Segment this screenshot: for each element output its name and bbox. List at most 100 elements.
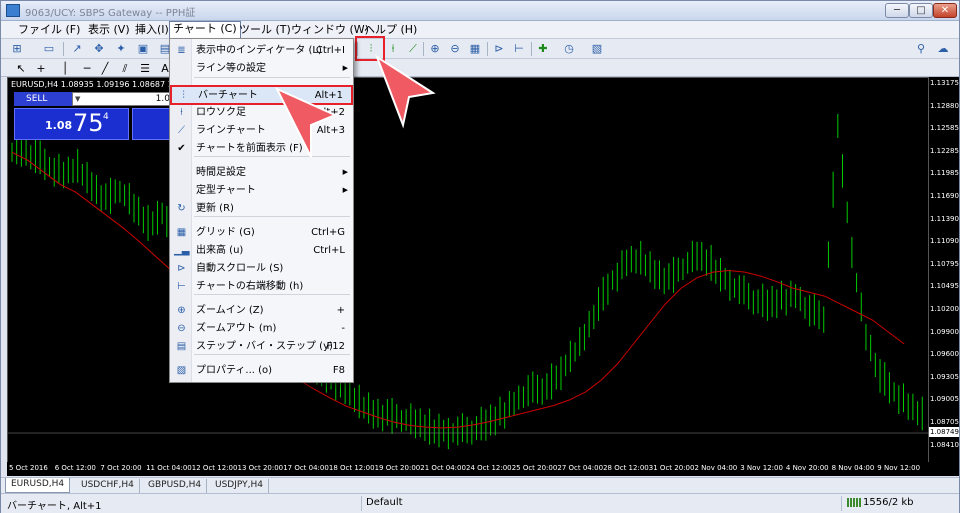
volume-down-arrow-icon[interactable]: ▼ (75, 95, 80, 103)
time-tick-label: 5 Oct 2016 (9, 464, 48, 472)
app-icon (6, 4, 20, 17)
connection-traffic: 1556/2 kb (863, 497, 914, 508)
bar-chart-icon: ⫶ (182, 90, 185, 101)
menu-insert[interactable]: 挿入(I) (132, 23, 172, 38)
menu-item-9[interactable]: ▦ グリッド (G) Ctrl+G (170, 224, 353, 242)
indicators-icon[interactable]: ✚ (535, 41, 551, 56)
search-icon[interactable]: ⚲ (913, 41, 929, 56)
data-window-icon[interactable]: ✥ (91, 41, 107, 56)
grid-icon: ▦ (176, 227, 187, 238)
menu-item-15[interactable]: ▤ ステップ・バイ・ステップ (y) F12 (170, 338, 353, 356)
autoscroll-icon: ⊳ (177, 263, 186, 274)
menu-item-6[interactable]: 時間足設定 ▶ (170, 164, 353, 182)
menu-item-10[interactable]: ▁▃ 出来高 (u) Ctrl+L (170, 242, 353, 260)
price-tick-label: 1.12880 (930, 101, 959, 110)
chart-shift-icon: ⊢ (177, 281, 186, 292)
time-tick-label: 4 Nov 20:00 (785, 464, 829, 472)
tile-windows-icon[interactable]: ▦ (467, 41, 483, 56)
menu-chart[interactable]: チャート (C) (169, 21, 241, 39)
menu-item-label: 出来高 (u) (196, 245, 244, 256)
sell-price-button[interactable]: 1.08 75 4 (14, 108, 129, 140)
buy-price-button[interactable] (132, 108, 174, 140)
volume-icon: ▁▃ (174, 245, 190, 256)
menu-item-label: 時間足設定 (196, 167, 246, 178)
menu-item-shortcut: F8 (332, 365, 345, 376)
fibonacci-icon[interactable]: ☰ (137, 61, 153, 76)
menu-bar: ファイル (F) 表示 (V) 挿入(I) チャート (C) ツール (T) ウ… (1, 21, 959, 39)
time-tick-label: 21 Oct 04:00 (420, 464, 466, 472)
chart-window[interactable]: EURUSD,H4 1.08935 1.09196 1.08687 1.0874… (7, 77, 930, 476)
menu-item-shortcut: Ctrl+L (313, 245, 345, 256)
chat-icon[interactable]: ☁ (935, 41, 951, 56)
red-pointer-arrow-icon (274, 86, 338, 158)
line-studies-toolbar: ↖ + │ ─ ╱ ⫽ ☰ A D1 W1 MN (1, 59, 959, 128)
menu-item-7[interactable]: 定型チャート ▶ (170, 182, 353, 200)
refresh-icon: ↻ (177, 203, 186, 214)
last-price-label: 1.08749 (929, 427, 959, 437)
templates-icon[interactable]: ▧ (589, 41, 605, 56)
autoscroll-icon[interactable]: ⊳ (491, 41, 507, 56)
trendline-icon[interactable]: ╱ (97, 61, 113, 76)
checkmark-icon: ✔ (177, 143, 186, 154)
menu-item-label: プロパティ... (o) (196, 365, 273, 376)
menu-item-13[interactable]: ⊕ ズームイン (Z) + (170, 302, 353, 320)
status-help-text: バーチャート, Alt+1 (7, 501, 102, 512)
menu-item-8[interactable]: ↻ 更新 (R) (170, 200, 353, 218)
indicator-list-icon: ≣ (177, 45, 186, 56)
time-tick-label: 24 Oct 12:00 (466, 464, 512, 472)
price-tick-label: 1.09305 (930, 372, 959, 381)
cursor-icon[interactable]: ↖ (13, 61, 29, 76)
menu-item-label: バーチャート (198, 90, 258, 101)
title-bar: 9063/UCY: SBPS Gateway -- PPH証券 ─ □ ✕ (1, 1, 959, 21)
app-window: 9063/UCY: SBPS Gateway -- PPH証券 ─ □ ✕ ファ… (0, 0, 960, 513)
channel-icon[interactable]: ⫽ (117, 61, 133, 76)
navigator-icon[interactable]: ✦ (113, 41, 129, 56)
market-watch-icon[interactable]: ↗ (69, 41, 85, 56)
new-chart-icon[interactable]: ⊞ (9, 41, 25, 56)
menu-item-label: ライン等の設定 (196, 63, 266, 74)
price-tick-label: 1.11690 (930, 192, 959, 200)
tab-usdchf[interactable]: USDCHF,H4 (76, 479, 140, 493)
chart-tabs: EURUSD,H4 USDCHF,H4 GBPUSD,H4 USDJPY,H4 (1, 477, 959, 493)
volume-input[interactable]: 1.0 (72, 92, 174, 106)
tab-eurusd[interactable]: EURUSD,H4 (5, 478, 71, 493)
chart-shift-icon[interactable]: ⊢ (511, 41, 527, 56)
vertical-line-icon[interactable]: │ (57, 61, 73, 76)
menu-item-label: ズームイン (Z) (196, 305, 264, 316)
close-button[interactable]: ✕ (933, 3, 957, 18)
price-tick-label: 1.12285 (930, 146, 959, 155)
tab-usdjpy[interactable]: USDJPY,H4 (210, 479, 269, 493)
submenu-arrow-icon: ▶ (342, 64, 348, 72)
periods-icon[interactable]: ◷ (561, 41, 577, 56)
profiles-icon[interactable]: ▭ (41, 41, 57, 56)
menu-item-11[interactable]: ⊳ 自動スクロール (S) (170, 260, 353, 278)
zoom-out-icon: ⊖ (177, 323, 186, 334)
menu-item-label: ズームアウト (m) (196, 323, 277, 334)
menu-tools[interactable]: ツール (T) (236, 23, 294, 38)
menu-item-0[interactable]: ≣ 表示中のインディケータ (L) Ctrl+I (170, 42, 353, 60)
menu-item-14[interactable]: ⊖ ズームアウト (m) - (170, 320, 353, 338)
terminal-icon[interactable]: ▣ (135, 41, 151, 56)
time-tick-label: 6 Oct 12:00 (54, 464, 96, 472)
time-tick-label: 7 Oct 20:00 (100, 464, 142, 472)
candlestick-icon: ⍿ (180, 107, 183, 118)
connection-status: 1556/2 kb (847, 497, 914, 508)
minimize-button[interactable]: ─ (885, 3, 909, 18)
menu-item-16[interactable]: ▧ プロパティ... (o) F8 (170, 362, 353, 380)
menu-view[interactable]: 表示 (V) (85, 23, 133, 38)
sell-button[interactable]: SELL (14, 92, 72, 106)
tab-gbpusd[interactable]: GBPUSD,H4 (143, 479, 208, 493)
maximize-button[interactable]: □ (909, 3, 933, 18)
menu-item-12[interactable]: ⊢ チャートの右端移動 (h) (170, 278, 353, 296)
menu-item-shortcut: F12 (326, 341, 345, 352)
menu-file[interactable]: ファイル (F) (15, 23, 83, 38)
time-tick-label: 2 Nov 04:00 (694, 464, 738, 472)
crosshair-icon[interactable]: + (33, 61, 49, 76)
price-tick-label: 1.10795 (930, 259, 959, 268)
horizontal-line-icon[interactable]: ─ (79, 61, 95, 76)
zoom-out-icon[interactable]: ⊖ (447, 41, 463, 56)
connection-bars-icon (847, 497, 861, 507)
properties-icon: ▧ (176, 365, 187, 376)
moving-average-line (11, 151, 905, 429)
menu-item-1[interactable]: ライン等の設定 ▶ (170, 60, 353, 78)
